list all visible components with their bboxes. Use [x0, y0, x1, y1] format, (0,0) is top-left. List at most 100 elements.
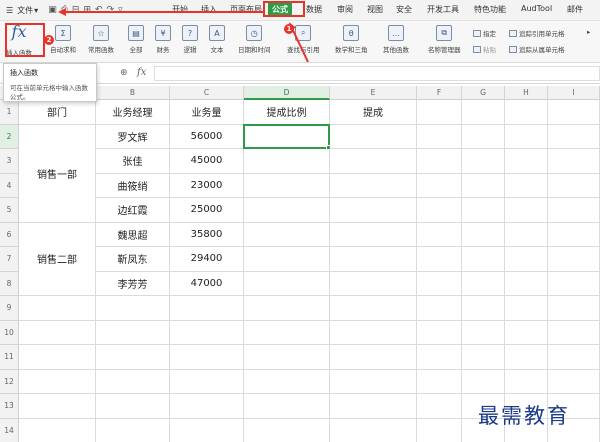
redo-icon[interactable]: ↷ — [107, 5, 115, 15]
cell[interactable] — [548, 198, 600, 223]
cell[interactable] — [330, 296, 417, 321]
row-header-5[interactable]: 5 — [0, 198, 19, 223]
cell[interactable] — [505, 100, 548, 125]
column-header-i[interactable]: I — [548, 86, 600, 100]
formula-input[interactable] — [154, 66, 600, 81]
cell[interactable] — [244, 173, 330, 198]
cell[interactable] — [244, 394, 330, 419]
other-functions-button[interactable]: … 其他函数 — [383, 25, 409, 54]
header-cell-dept[interactable]: 部门 — [19, 100, 96, 125]
cell[interactable] — [548, 124, 600, 149]
cell[interactable] — [417, 173, 462, 198]
text-functions-button[interactable]: A 文本 — [209, 25, 225, 54]
department-cell[interactable]: 销售二部 — [19, 222, 96, 296]
cell[interactable] — [505, 247, 548, 272]
row-header-10[interactable]: 10 — [0, 320, 19, 345]
row-header-7[interactable]: 7 — [0, 247, 19, 272]
tab-0[interactable]: 开始 — [172, 4, 188, 15]
column-header-g[interactable]: G — [462, 86, 505, 100]
volume-cell[interactable]: 45000 — [170, 149, 244, 174]
trace-precedents-button[interactable]: 追踪引用单元格 — [509, 28, 565, 38]
row-header-14[interactable]: 14 — [0, 418, 19, 442]
column-header-h[interactable]: H — [505, 86, 548, 100]
cell[interactable] — [505, 369, 548, 394]
cell[interactable] — [330, 271, 417, 296]
name-manager-button[interactable]: ⧉ 名称管理器 — [428, 25, 461, 54]
cell[interactable] — [19, 369, 96, 394]
cell[interactable] — [170, 369, 244, 394]
cell[interactable] — [462, 296, 505, 321]
tab-6[interactable]: 视图 — [367, 4, 383, 15]
row-header-2[interactable]: 2 — [0, 124, 19, 149]
manager-cell[interactable]: 边红霞 — [96, 198, 170, 223]
cell[interactable] — [170, 345, 244, 370]
cell[interactable] — [330, 222, 417, 247]
manager-cell[interactable]: 魏思超 — [96, 222, 170, 247]
manager-cell[interactable]: 曲筱绡 — [96, 173, 170, 198]
cell[interactable] — [170, 418, 244, 442]
cell[interactable] — [96, 345, 170, 370]
cell[interactable] — [417, 100, 462, 125]
cell[interactable] — [330, 247, 417, 272]
row-header-13[interactable]: 13 — [0, 394, 19, 419]
row-header-11[interactable]: 11 — [0, 345, 19, 370]
cell[interactable] — [417, 198, 462, 223]
cell[interactable] — [96, 418, 170, 442]
formula-fx-icon[interactable]: fx — [137, 67, 146, 78]
department-cell[interactable]: 销售一部 — [19, 124, 96, 223]
all-functions-button[interactable]: ▤ 全部 — [128, 25, 144, 54]
volume-cell[interactable]: 23000 — [170, 173, 244, 198]
cell[interactable] — [96, 394, 170, 419]
cell[interactable] — [462, 320, 505, 345]
cell[interactable] — [462, 271, 505, 296]
tab-4[interactable]: 数据 — [306, 4, 322, 15]
column-header-e[interactable]: E — [330, 86, 417, 100]
cell[interactable] — [505, 198, 548, 223]
paste-name-button[interactable]: 粘贴 — [473, 44, 496, 54]
row-header-12[interactable]: 12 — [0, 369, 19, 394]
cell[interactable] — [548, 247, 600, 272]
cell[interactable] — [330, 173, 417, 198]
cell[interactable] — [417, 320, 462, 345]
cell[interactable] — [462, 124, 505, 149]
cell[interactable] — [548, 345, 600, 370]
menu-hamburger-icon[interactable]: ☰ — [6, 6, 13, 15]
cell[interactable] — [505, 345, 548, 370]
cell[interactable] — [462, 369, 505, 394]
manager-cell[interactable]: 李芳芳 — [96, 271, 170, 296]
cell[interactable] — [244, 369, 330, 394]
cell[interactable] — [96, 296, 170, 321]
trace-dependents-button[interactable]: 追踪从属单元格 — [509, 44, 565, 54]
cell[interactable] — [330, 149, 417, 174]
cell[interactable] — [417, 124, 462, 149]
manager-cell[interactable]: 张佳 — [96, 149, 170, 174]
header-cell-ratio[interactable]: 提成比例 — [244, 100, 330, 125]
cell[interactable] — [548, 173, 600, 198]
cell[interactable] — [462, 345, 505, 370]
cell[interactable] — [244, 198, 330, 223]
cell[interactable] — [19, 296, 96, 321]
cell[interactable] — [19, 320, 96, 345]
cell[interactable] — [417, 247, 462, 272]
save-icon[interactable]: ▣ — [48, 5, 57, 15]
cell[interactable] — [244, 418, 330, 442]
specify-button[interactable]: 指定 — [473, 28, 496, 38]
cell[interactable] — [505, 320, 548, 345]
row-header-4[interactable]: 4 — [0, 173, 19, 198]
export-pdf-icon[interactable]: ⎙ — [61, 5, 68, 15]
cell[interactable] — [19, 394, 96, 419]
cell[interactable] — [244, 149, 330, 174]
manager-cell[interactable]: 罗文辉 — [96, 124, 170, 149]
cell[interactable] — [417, 394, 462, 419]
cell[interactable] — [417, 345, 462, 370]
cell[interactable] — [170, 320, 244, 345]
selected-cell-d2[interactable] — [243, 123, 331, 150]
common-functions-button[interactable]: ☆ 常用函数 — [88, 25, 114, 54]
cell[interactable] — [244, 296, 330, 321]
cell[interactable] — [548, 296, 600, 321]
volume-cell[interactable]: 35800 — [170, 222, 244, 247]
undo-icon[interactable]: ↶ — [95, 5, 103, 15]
row-header-6[interactable]: 6 — [0, 222, 19, 247]
cell[interactable] — [462, 198, 505, 223]
cell[interactable] — [330, 345, 417, 370]
